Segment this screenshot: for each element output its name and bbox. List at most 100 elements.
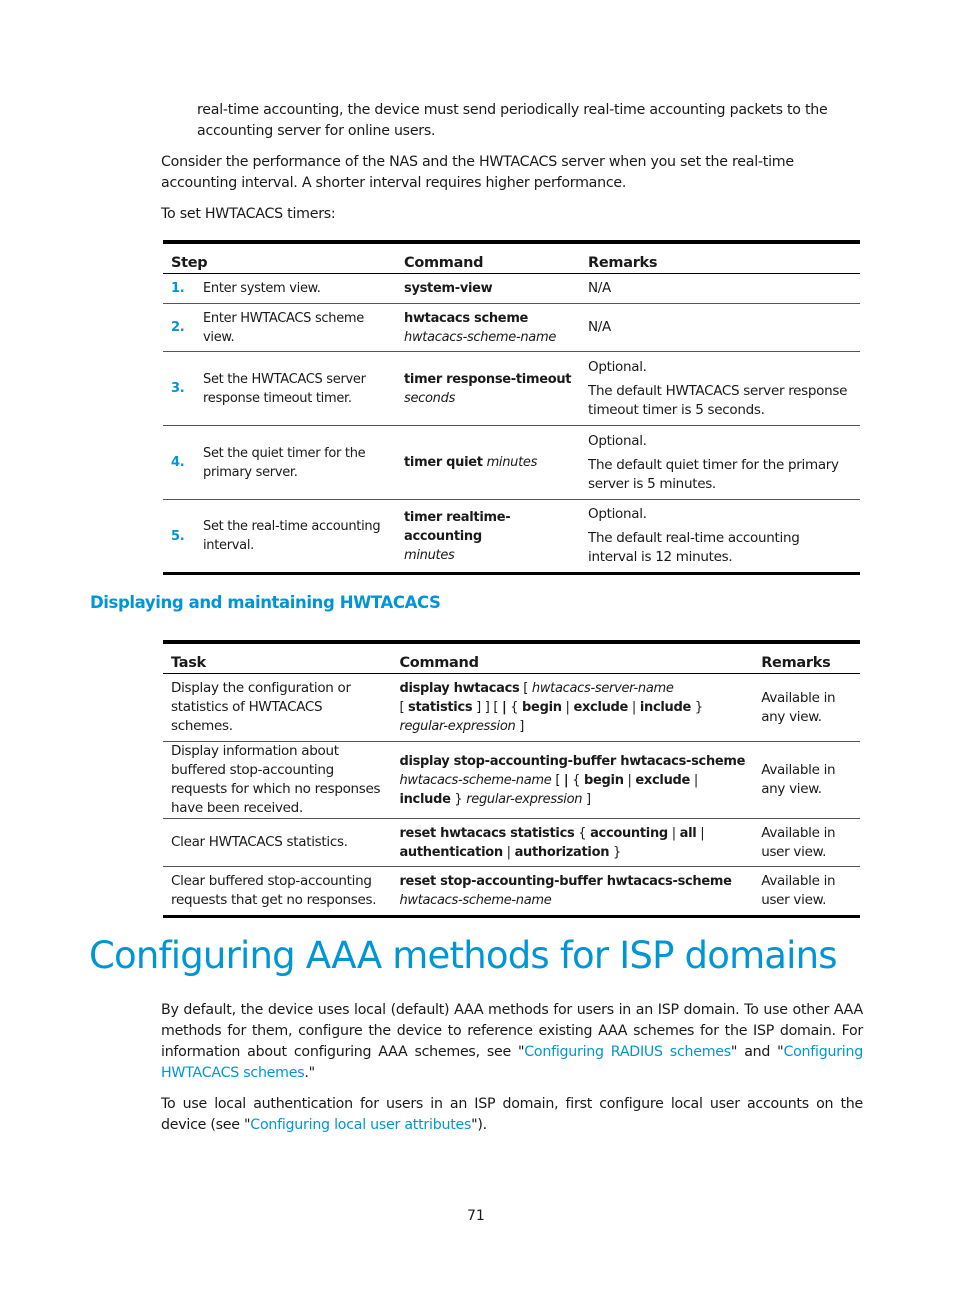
- chapter-heading: Configuring AAA methods for ISP domains: [89, 934, 838, 977]
- command-cell: system-view: [396, 273, 580, 304]
- command-keyword: exclude: [635, 772, 691, 788]
- table-row: Clear buffered stop-accounting requests …: [163, 866, 860, 918]
- step-number: 4.: [171, 455, 185, 470]
- header-task: Task: [163, 642, 392, 674]
- table-row: 4. Set the quiet timer for the primary se…: [163, 425, 860, 500]
- command-argument: hwtacacs-scheme-name: [404, 329, 557, 345]
- command-syntax: [: [399, 700, 405, 715]
- section-heading-display: Displaying and maintaining HWTACACS: [90, 593, 441, 612]
- remarks-cell: Optional. The default real-time accountin…: [580, 499, 860, 575]
- command-argument: seconds: [404, 390, 456, 406]
- command-keyword: statistics: [408, 700, 473, 715]
- table-row: 3. Set the HWTACACS server response timeo…: [163, 351, 860, 426]
- page-number: 71: [467, 1208, 485, 1224]
- command-argument: regular-expression: [399, 719, 516, 734]
- remarks-cell: N/A: [580, 273, 860, 304]
- remarks-cell: Optional. The default quiet timer for the…: [580, 425, 860, 500]
- cross-reference-link[interactable]: Configuring local user attributes: [250, 1117, 471, 1133]
- command-syntax: ] ] [: [472, 700, 502, 715]
- command-keyword: reset hwtacacs statistics: [399, 825, 575, 841]
- command-syntax: }: [609, 844, 621, 860]
- command-syntax: }: [450, 791, 467, 807]
- task-cell: Clear buffered stop-accounting requests …: [163, 866, 392, 918]
- table-row: Display the configuration or statistics …: [163, 673, 860, 742]
- command-keyword: timer realtime-accounting: [404, 509, 511, 544]
- command-keyword: authorization: [514, 844, 610, 860]
- step-number: 1.: [171, 281, 185, 296]
- remarks-cell: Available in user view.: [753, 866, 860, 918]
- command-cell: display hwtacacs [ hwtacacs-server-name …: [391, 673, 754, 742]
- command-syntax: |: [623, 772, 636, 788]
- command-cell: reset stop-accounting-buffer hwtacacs-sc…: [391, 866, 754, 918]
- command-syntax: {: [506, 700, 523, 715]
- header-remarks: Remarks: [580, 242, 860, 274]
- paragraph-text: ").: [471, 1117, 487, 1133]
- task-cell: Clear HWTACACS statistics.: [163, 818, 392, 867]
- task-cell: Display the configuration or statistics …: [163, 673, 392, 742]
- command-argument: minutes: [404, 547, 455, 563]
- command-argument: minutes: [486, 455, 538, 470]
- command-cell: timer response-timeout seconds: [396, 351, 580, 426]
- intro-to-set-label: To set HWTACACS timers:: [161, 206, 336, 222]
- remark-text: The default quiet timer for the primary …: [588, 456, 839, 492]
- remarks-cell: Available in any view.: [753, 673, 860, 742]
- header-step: Step: [163, 242, 396, 274]
- command-keyword: timer quiet: [404, 455, 483, 470]
- command-keyword: exclude: [573, 700, 629, 715]
- task-cell: Display information about buffered stop-…: [163, 741, 392, 819]
- step-description: Set the quiet timer for the primary serv…: [203, 445, 366, 480]
- command-syntax: |: [667, 825, 680, 841]
- table-row: 1. Enter system view. system-view N/A: [163, 273, 860, 304]
- command-argument: hwtacacs-scheme-name: [399, 893, 552, 908]
- command-keyword: timer response-timeout: [404, 371, 572, 387]
- remark-text: N/A: [588, 280, 611, 296]
- command-syntax: {: [574, 825, 591, 841]
- command-syntax: |: [700, 825, 705, 841]
- command-syntax: }: [694, 700, 703, 715]
- table-header-row: Task Command Remarks: [163, 642, 860, 674]
- command-cell: hwtacacs scheme hwtacacs-scheme-name: [396, 303, 580, 352]
- step-description: Enter system view.: [203, 281, 321, 296]
- command-syntax: [: [551, 772, 564, 788]
- step-number: 5.: [171, 528, 185, 544]
- table-header-row: Step Command Remarks: [163, 242, 860, 274]
- step-cell: 1. Enter system view.: [163, 273, 396, 304]
- step-description: Set the HWTACACS server response timeout…: [203, 371, 366, 406]
- command-cell: timer realtime-accounting minutes: [396, 499, 580, 575]
- remark-text: N/A: [588, 319, 611, 335]
- command-keyword: authentication: [399, 844, 503, 860]
- remark-optional: Optional.: [588, 506, 647, 522]
- command-argument: hwtacacs-server-name: [531, 681, 674, 696]
- command-keyword: include: [399, 791, 451, 807]
- command-argument: regular-expression: [466, 791, 583, 807]
- command-keyword: include: [639, 700, 691, 715]
- command-keyword: begin: [522, 700, 562, 715]
- step-cell: 5. Set the real-time accounting interval.: [163, 499, 396, 575]
- step-number: 3.: [171, 381, 185, 396]
- display-maintain-table: Task Command Remarks Display the configu…: [163, 640, 860, 918]
- command-syntax: |: [502, 844, 515, 860]
- intro-continuation: real-time accounting, the device must se…: [197, 102, 828, 139]
- command-keyword: display stop-accounting-buffer hwtacacs-…: [399, 753, 746, 769]
- table-row: 5. Set the real-time accounting interval.…: [163, 499, 860, 575]
- table-row: Clear HWTACACS statistics. reset hwtacacs…: [163, 818, 860, 867]
- command-syntax: ]: [582, 791, 591, 807]
- command-cell: reset hwtacacs statistics { accounting |…: [391, 818, 754, 867]
- header-remarks: Remarks: [753, 642, 860, 674]
- remarks-cell: Available in user view.: [753, 818, 860, 867]
- intro-consider-paragraph: Consider the performance of the NAS and …: [161, 154, 794, 191]
- remark-text: The default real-time accounting interva…: [588, 530, 800, 565]
- header-command: Command: [391, 642, 754, 674]
- remarks-cell: Available in any view.: [753, 741, 860, 819]
- command-syntax: |: [693, 772, 698, 788]
- table-row: Display information about buffered stop-…: [163, 741, 860, 819]
- command-cell: display stop-accounting-buffer hwtacacs-…: [391, 741, 754, 819]
- timers-table: Step Command Remarks 1. Enter system view…: [163, 240, 860, 575]
- remarks-cell: Optional. The default HWTACACS server res…: [580, 351, 860, 426]
- command-syntax: ]: [515, 719, 525, 734]
- aaa-intro-paragraph: By default, the device uses local (defau…: [161, 1000, 863, 1084]
- step-number: 2.: [171, 320, 185, 335]
- cross-reference-link[interactable]: Configuring RADIUS schemes: [524, 1044, 731, 1060]
- command-keyword: accounting: [590, 825, 668, 841]
- command-keyword: display hwtacacs: [399, 681, 520, 696]
